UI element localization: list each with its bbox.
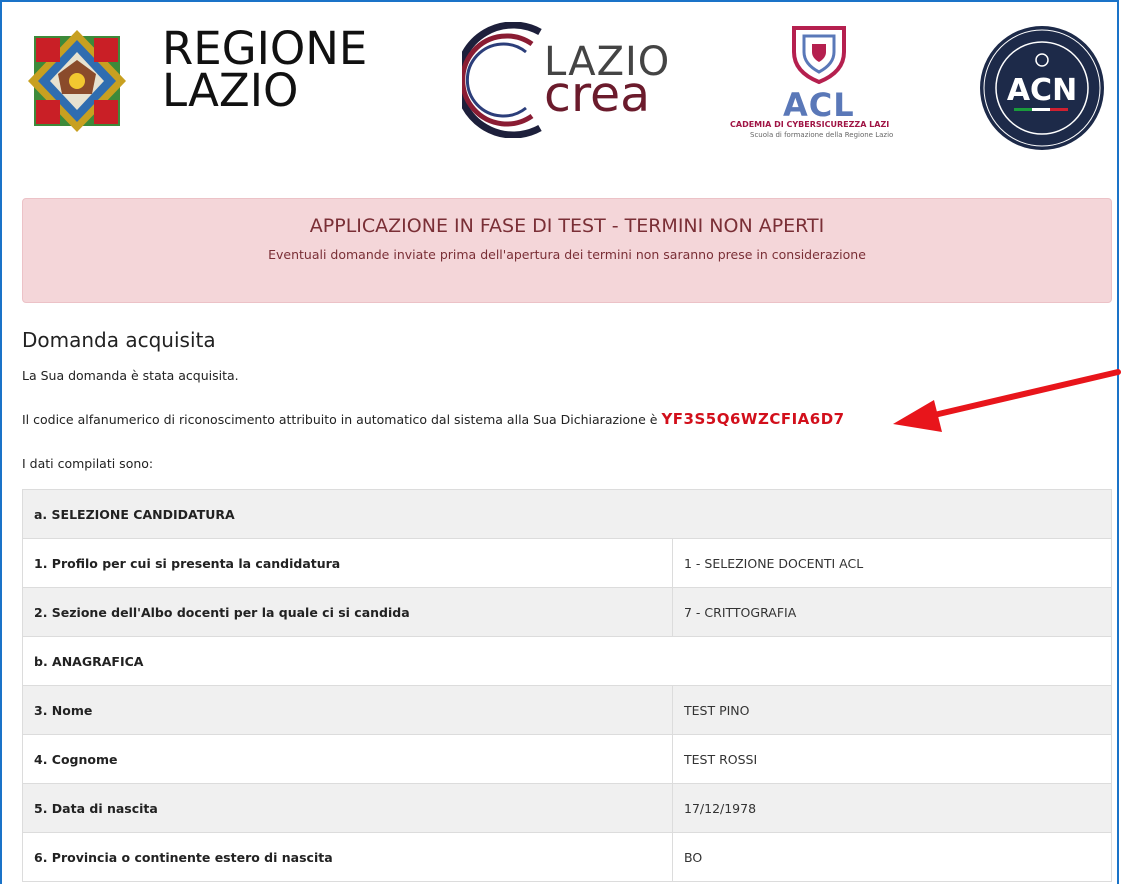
- test-mode-alert: APPLICAZIONE IN FASE DI TEST - TERMINI N…: [22, 198, 1112, 303]
- data-intro: I dati compilati sono:: [22, 456, 154, 471]
- table-row: 6. Provincia o continente estero di nasc…: [22, 832, 1112, 882]
- acl-shield-icon: [792, 26, 846, 85]
- laziocrea-crea-text: crea: [544, 66, 651, 123]
- field-label: 4. Cognome: [22, 734, 673, 784]
- field-label: 1. Profilo per cui si presenta la candid…: [22, 538, 673, 588]
- regione-lazio-wordmark: REGIONE LAZIO: [162, 22, 368, 117]
- field-value: BO: [672, 832, 1112, 882]
- section-heading: b. ANAGRAFICA: [22, 636, 1112, 686]
- submitted-data-table: a. SELEZIONE CANDIDATURA 1. Profilo per …: [22, 489, 1112, 882]
- logo-bar: REGIONE LAZIO LAZIO crea ACL CADEMIA DI …: [0, 0, 1121, 170]
- field-value: TEST PINO: [672, 685, 1112, 735]
- acquired-message: La Sua domanda è stata acquisita.: [22, 368, 239, 383]
- code-prefix: Il codice alfanumerico di riconoscimento…: [22, 412, 658, 427]
- alert-subtitle: Eventuali domande inviate prima dell'ape…: [268, 247, 866, 262]
- regione-lazio-crest: [28, 30, 126, 132]
- table-row: 2. Sezione dell'Albo docenti per la qual…: [22, 587, 1112, 637]
- acl-wordmark: ACL: [783, 86, 855, 124]
- field-label: 2. Sezione dell'Albo docenti per la qual…: [22, 587, 673, 637]
- application-code: YF3S5Q6WZCFIA6D7: [661, 410, 845, 428]
- section-heading: a. SELEZIONE CANDIDATURA: [22, 489, 1112, 539]
- table-row: 1. Profilo per cui si presenta la candid…: [22, 538, 1112, 588]
- table-row: a. SELEZIONE CANDIDATURA: [22, 489, 1112, 539]
- table-row: 5. Data di nascita 17/12/1978: [22, 783, 1112, 833]
- code-line: Il codice alfanumerico di riconoscimento…: [22, 410, 845, 428]
- table-row: b. ANAGRAFICA: [22, 636, 1112, 686]
- field-value: TEST ROSSI: [672, 734, 1112, 784]
- table-row: 4. Cognome TEST ROSSI: [22, 734, 1112, 784]
- page-title: Domanda acquisita: [22, 328, 216, 352]
- acl-caption: Scuola di formazione della Regione Lazio: [750, 131, 894, 139]
- table-row: 3. Nome TEST PINO: [22, 685, 1112, 735]
- laziocrea-logo-mark: [462, 22, 542, 138]
- field-value: 1 - SELEZIONE DOCENTI ACL: [672, 538, 1112, 588]
- field-label: 3. Nome: [22, 685, 673, 735]
- svg-text:ACN: ACN: [1007, 73, 1077, 108]
- field-value: 17/12/1978: [672, 783, 1112, 833]
- acn-seal: ACN: [980, 26, 1104, 150]
- field-label: 5. Data di nascita: [22, 783, 673, 833]
- alert-title: APPLICAZIONE IN FASE DI TEST - TERMINI N…: [309, 215, 825, 237]
- acl-subtitle: CADEMIA DI CYBERSICUREZZA LAZI: [730, 120, 890, 129]
- field-label: 6. Provincia o continente estero di nasc…: [22, 832, 673, 882]
- field-value: 7 - CRITTOGRAFIA: [672, 587, 1112, 637]
